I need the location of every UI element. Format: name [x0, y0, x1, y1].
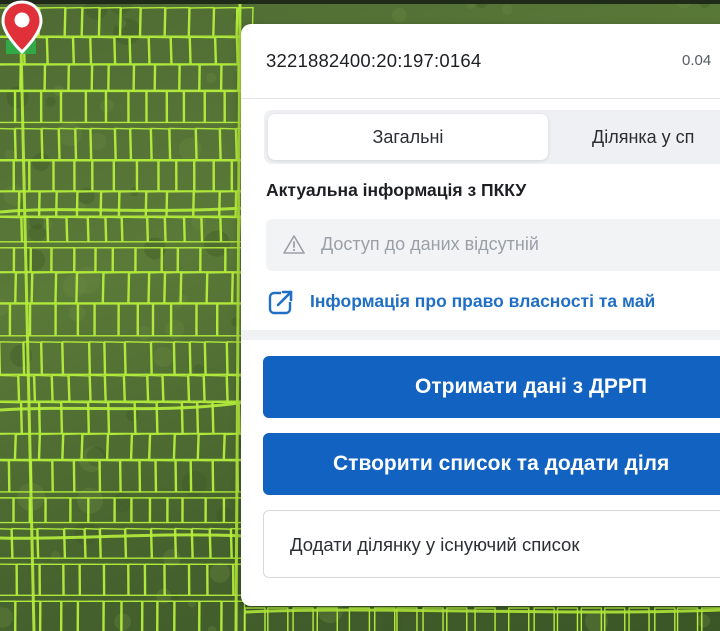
- map-top-edge: [0, 0, 720, 4]
- create-list-label: Створити список та додати діля: [333, 452, 670, 475]
- section-title: Актуальна інформація з ПККУ: [266, 180, 527, 200]
- notice-text: Доступ до даних відсутній: [321, 234, 539, 254]
- create-list-button[interactable]: Створити список та додати діля: [263, 433, 720, 495]
- add-to-existing-list-label: Додати ділянку у існуючий список: [290, 534, 580, 555]
- location-pin-icon[interactable]: [0, 0, 44, 60]
- external-link-icon: [268, 289, 294, 315]
- tab-bar: Загальні Ділянка у сп: [264, 110, 720, 164]
- ownership-info-link[interactable]: Інформація про право власності та май: [268, 287, 720, 317]
- get-drrp-data-label: Отримати дані з ДРРП: [415, 375, 648, 398]
- cadastral-number: 3221882400:20:197:0164: [266, 50, 482, 71]
- get-drrp-data-button[interactable]: Отримати дані з ДРРП: [263, 356, 720, 418]
- panel-header: 3221882400:20:197:0164 0.04: [241, 24, 720, 99]
- parcel-area: 0.04: [682, 52, 712, 69]
- warning-icon: [283, 235, 305, 254]
- tab-plot-in-list[interactable]: Ділянка у сп: [564, 114, 720, 160]
- section-divider: [241, 330, 720, 340]
- ownership-link-label: Інформація про право власності та май: [310, 291, 656, 311]
- add-to-existing-list-button[interactable]: Додати ділянку у існуючий список: [263, 510, 720, 578]
- no-access-notice: Доступ до даних відсутній: [266, 219, 720, 271]
- tab-general[interactable]: Загальні: [268, 114, 548, 160]
- parcel-info-panel: 3221882400:20:197:0164 0.04 Загальні Діл…: [241, 24, 720, 606]
